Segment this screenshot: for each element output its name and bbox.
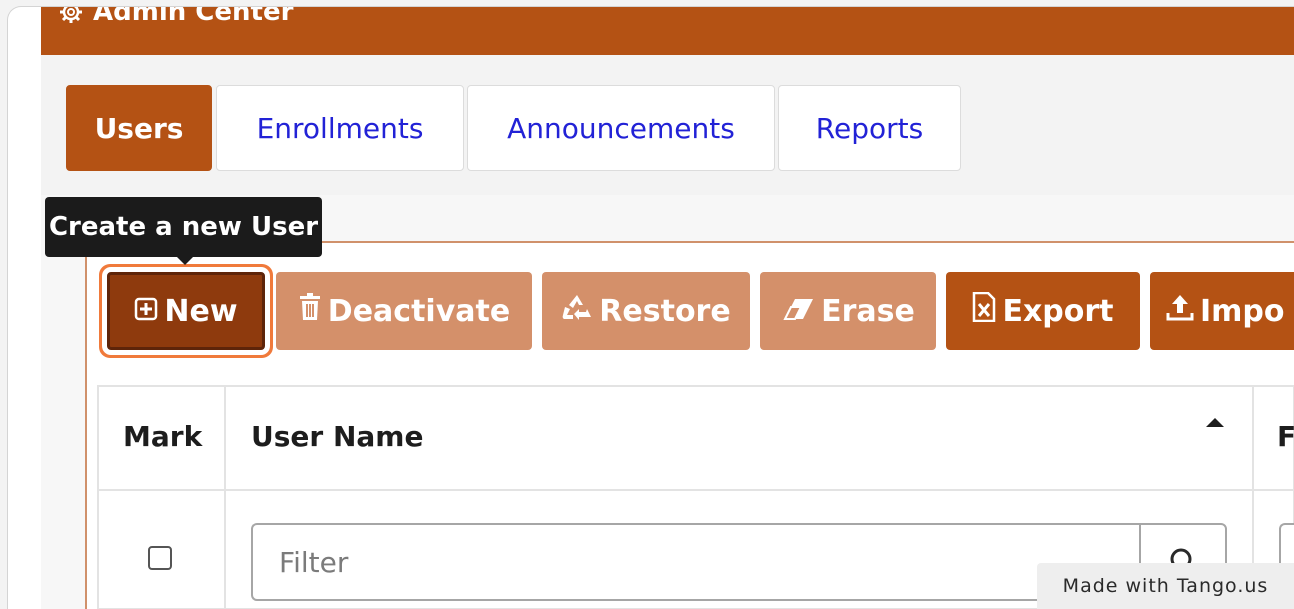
import-label: Impo (1200, 293, 1285, 329)
eraser-icon (781, 294, 815, 329)
header-title-group: Admin Center (59, 6, 294, 27)
sort-ascending-icon[interactable] (1206, 418, 1224, 427)
plus-square-icon (134, 294, 158, 329)
new-user-button[interactable]: New (107, 272, 265, 350)
new-user-tooltip: Create a new User (45, 197, 322, 257)
admin-panel: Admin Center Users Enrollments Announcem… (41, 7, 1294, 609)
trash-icon (298, 293, 322, 329)
deactivate-label: Deactivate (327, 293, 511, 329)
erase-button[interactable]: Erase (760, 272, 936, 350)
recycle-icon (561, 293, 593, 329)
restore-label: Restore (599, 293, 731, 329)
gear-icon (59, 7, 83, 24)
page-title: Admin Center (93, 6, 294, 27)
new-user-label: New (164, 293, 238, 329)
admin-header: Admin Center (41, 7, 1294, 55)
tab-enrollments[interactable]: Enrollments (216, 85, 464, 171)
restore-button[interactable]: Restore (542, 272, 750, 350)
column-header-mark[interactable]: Mark (123, 420, 202, 453)
column-header-user-name[interactable]: User Name (251, 420, 423, 453)
user-name-filter-input[interactable] (251, 523, 1139, 601)
column-divider (224, 385, 226, 609)
export-button[interactable]: Export (946, 272, 1140, 350)
erase-label: Erase (821, 293, 915, 329)
import-button[interactable]: Impo (1150, 272, 1294, 350)
tab-announcements[interactable]: Announcements (467, 85, 775, 171)
tab-bar: Users Enrollments Announcements Reports (41, 55, 1294, 195)
tab-reports[interactable]: Reports (778, 85, 961, 171)
tango-watermark: Made with Tango.us (1037, 563, 1294, 609)
window-frame: Admin Center Users Enrollments Announcem… (7, 6, 1294, 609)
deactivate-button[interactable]: Deactivate (276, 272, 532, 350)
upload-icon (1166, 293, 1194, 329)
column-header-next[interactable]: F (1277, 420, 1294, 453)
export-label: Export (1002, 293, 1114, 329)
tooltip-arrow (177, 257, 193, 265)
excel-file-icon (972, 291, 996, 330)
row-divider (97, 489, 1294, 491)
mark-all-checkbox[interactable] (148, 546, 172, 570)
tab-users[interactable]: Users (66, 85, 212, 171)
